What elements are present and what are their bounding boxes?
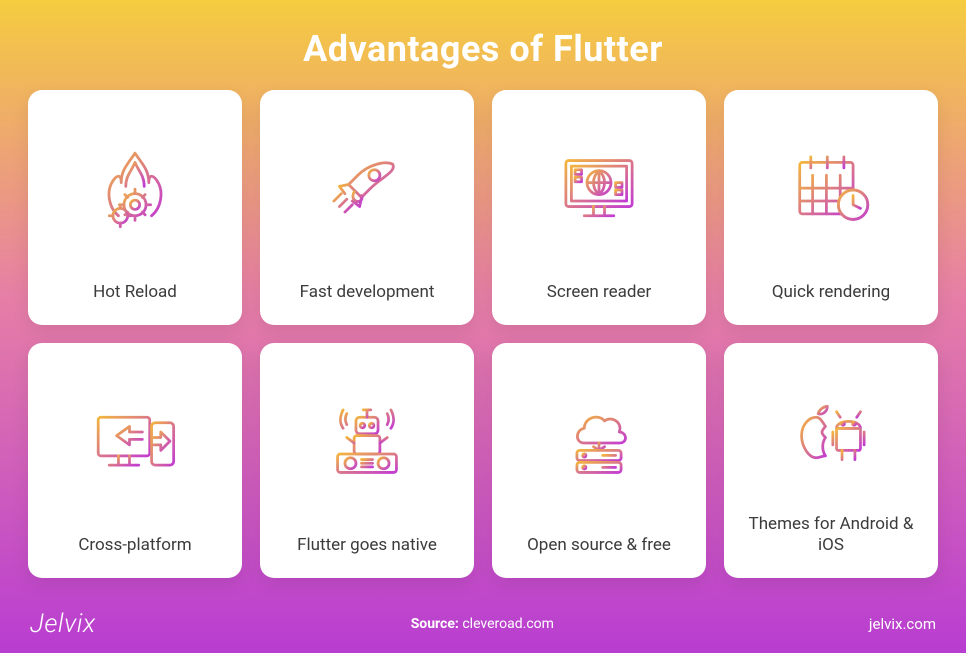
card-label: Hot Reload (93, 282, 177, 303)
card-label: Flutter goes native (297, 535, 437, 556)
card-cross-platform: Cross-platform (28, 343, 242, 578)
calendar-clock-icon (738, 108, 924, 272)
monitor-globe-icon (506, 108, 692, 272)
card-label: Open source & free (527, 535, 671, 556)
card-screen-reader: Screen reader (492, 90, 706, 325)
card-grid: Hot Reload Fast development (0, 90, 966, 578)
card-label: Themes for Android & iOS (738, 514, 924, 557)
card-themes: Themes for Android & iOS (724, 343, 938, 578)
card-quick-rendering: Quick rendering (724, 90, 938, 325)
card-label: Fast development (300, 282, 435, 303)
brand-logo: Jelvix (30, 609, 96, 639)
robot-dj-icon (274, 361, 460, 525)
card-open-source: Open source & free (492, 343, 706, 578)
footer: Jelvix Source: cleveroad.com jelvix.com (0, 595, 966, 653)
rocket-icon (274, 108, 460, 272)
source-prefix: Source: (411, 616, 459, 632)
monitor-phone-sync-icon (42, 361, 228, 525)
site-link: jelvix.com (869, 615, 936, 633)
cloud-server-icon (506, 361, 692, 525)
source-attribution: Source: cleveroad.com (411, 616, 554, 632)
page-title: Advantages of Flutter (0, 0, 966, 90)
apple-android-icon (738, 361, 924, 504)
source-value: cleveroad.com (462, 616, 554, 632)
flame-gear-icon (42, 108, 228, 272)
card-label: Cross-platform (78, 535, 191, 556)
card-label: Quick rendering (772, 282, 890, 303)
card-fast-development: Fast development (260, 90, 474, 325)
card-label: Screen reader (547, 282, 651, 303)
card-hot-reload: Hot Reload (28, 90, 242, 325)
card-flutter-native: Flutter goes native (260, 343, 474, 578)
